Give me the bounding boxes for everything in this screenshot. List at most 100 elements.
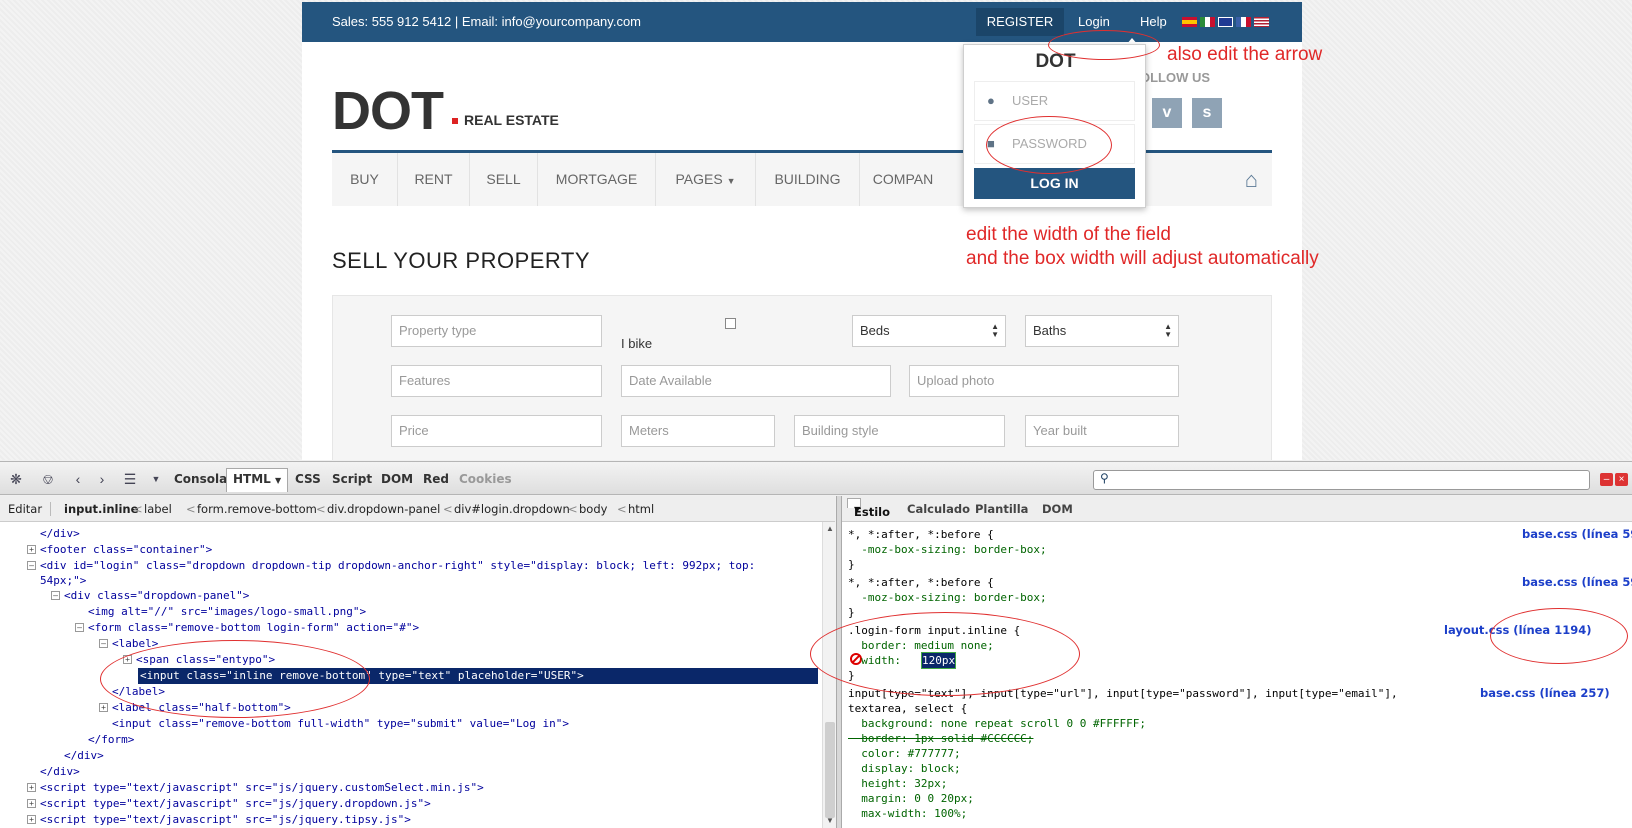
home-icon[interactable]: ⌂ xyxy=(1245,167,1258,193)
nav-buy[interactable]: BUY xyxy=(332,153,398,206)
crumb-input-inline[interactable]: input.inline xyxy=(64,502,138,516)
flag-uk-icon[interactable] xyxy=(1218,17,1233,27)
minimize-icon[interactable]: – xyxy=(1600,473,1613,486)
login-link[interactable]: Login xyxy=(1078,14,1110,29)
tab-red[interactable]: Red xyxy=(423,472,449,486)
tree-line[interactable]: </div> xyxy=(40,526,80,542)
edit-button[interactable]: Editar xyxy=(8,502,52,516)
beds-label: Beds xyxy=(860,323,890,338)
crumb-form[interactable]: form.remove-bottom xyxy=(197,502,317,516)
scroll-down-icon[interactable]: ▼ xyxy=(823,814,837,828)
flag-fr-icon[interactable] xyxy=(1236,17,1251,27)
tree-line[interactable]: <div id="login" class="dropdown dropdown… xyxy=(40,558,755,574)
nav-mortgage[interactable]: MORTGAGE xyxy=(538,153,656,206)
rule-property[interactable]: -moz-box-sizing: border-box; xyxy=(848,542,1046,557)
bike-checkbox[interactable] xyxy=(725,318,736,329)
nav-pages[interactable]: PAGES ▼ xyxy=(656,153,756,206)
tab-calculado[interactable]: Calculado xyxy=(907,502,970,516)
tab-cookies[interactable]: Cookies xyxy=(459,472,512,486)
devtools-search-input[interactable]: ⚲ xyxy=(1093,470,1590,490)
dropdown-menu-icon[interactable]: ▼ xyxy=(146,469,166,489)
tree-line[interactable]: <script type="text/javascript" src="js/j… xyxy=(40,780,484,796)
tree-line[interactable]: <img alt="//" src="images/logo-small.png… xyxy=(88,604,366,620)
list-icon[interactable]: ☰ xyxy=(120,469,140,489)
collapse-icon[interactable]: – xyxy=(51,591,60,600)
crumb-body[interactable]: body xyxy=(579,502,607,516)
close-icon[interactable]: × xyxy=(1615,473,1628,486)
price-field[interactable]: Price xyxy=(391,415,602,447)
flag-it-icon[interactable] xyxy=(1200,17,1215,27)
expand-icon[interactable]: + xyxy=(27,815,36,824)
date-available-field[interactable]: Date Available xyxy=(621,365,891,397)
vimeo-icon[interactable]: v xyxy=(1152,98,1182,128)
crumb-separator: < xyxy=(186,502,196,516)
rule-property[interactable]: max-width: 100%; xyxy=(848,806,967,821)
beds-select[interactable]: Beds ▲ ▼ xyxy=(852,315,1006,347)
expand-icon[interactable]: + xyxy=(99,703,108,712)
tab-html[interactable]: HTML ▼ xyxy=(226,468,289,492)
nav-sell[interactable]: SELL xyxy=(470,153,538,206)
expand-icon[interactable]: + xyxy=(27,799,36,808)
crumb-html[interactable]: html xyxy=(628,502,654,516)
rule-property[interactable]: -moz-box-sizing: border-box; xyxy=(848,590,1046,605)
source-link[interactable]: base.css (línea 59) xyxy=(1522,527,1632,541)
collapse-icon[interactable]: – xyxy=(27,561,36,570)
forward-icon[interactable]: › xyxy=(92,469,112,489)
building-style-field[interactable]: Building style xyxy=(794,415,1005,447)
tab-side-dom[interactable]: DOM xyxy=(1042,502,1073,516)
firebug-icon[interactable]: ❋ xyxy=(6,469,26,489)
source-link[interactable]: base.css (línea 257) xyxy=(1480,686,1610,700)
baths-select[interactable]: Baths ▲ ▼ xyxy=(1025,315,1179,347)
help-link[interactable]: Help xyxy=(1140,14,1167,29)
collapse-icon[interactable]: – xyxy=(99,639,108,648)
tree-line[interactable]: </div> xyxy=(40,764,80,780)
tree-line[interactable]: 54px;"> xyxy=(40,573,86,589)
crumb-login-div[interactable]: div#login.dropdown xyxy=(454,502,570,516)
upload-photo-field[interactable]: Upload photo xyxy=(909,365,1179,397)
rule-property[interactable]: display: block; xyxy=(848,761,960,776)
meters-field[interactable]: Meters xyxy=(621,415,775,447)
user-input[interactable]: ● USER xyxy=(974,81,1135,121)
nav-building[interactable]: BUILDING xyxy=(756,153,860,206)
tree-line[interactable]: <script type="text/javascript" src="js/j… xyxy=(40,812,411,828)
nav-company[interactable]: COMPAN xyxy=(860,153,946,206)
tab-script[interactable]: Script xyxy=(332,472,372,486)
rule-property[interactable]: color: #777777; xyxy=(848,746,960,761)
tree-line[interactable]: </form> xyxy=(88,732,134,748)
expand-icon[interactable]: + xyxy=(27,545,36,554)
flag-es-icon[interactable] xyxy=(1182,17,1197,27)
features-field[interactable]: Features xyxy=(391,365,602,397)
back-icon[interactable]: ‹ xyxy=(68,469,88,489)
site-logo[interactable]: DOT xyxy=(332,80,444,142)
tree-line[interactable]: <script type="text/javascript" src="js/j… xyxy=(40,796,431,812)
tab-consola[interactable]: Consola xyxy=(174,472,227,486)
tree-line[interactable]: <form class="remove-bottom login-form" a… xyxy=(88,620,419,636)
flag-us-icon[interactable] xyxy=(1254,17,1269,27)
tab-estilo[interactable]: Estilo ▼ xyxy=(847,498,890,519)
property-type-field[interactable]: Property type xyxy=(391,315,602,347)
tree-line[interactable]: <footer class="container"> xyxy=(40,542,212,558)
register-link[interactable]: REGISTER xyxy=(976,8,1064,36)
expand-icon[interactable]: + xyxy=(27,783,36,792)
scroll-up-icon[interactable]: ▲ xyxy=(823,522,837,536)
skype-icon[interactable]: s xyxy=(1192,98,1222,128)
tab-plantilla[interactable]: Plantilla xyxy=(975,502,1028,516)
collapse-icon[interactable]: – xyxy=(75,623,84,632)
rule-property[interactable]: background: none repeat scroll 0 0 #FFFF… xyxy=(848,716,1146,731)
tree-line[interactable]: <input class="remove-bottom full-width" … xyxy=(112,716,569,732)
overridden-property[interactable]: border: 1px solid #CCCCCC; xyxy=(848,731,1033,746)
scroll-thumb[interactable] xyxy=(825,722,835,818)
rule-selector: *, *:after, *:before { xyxy=(848,528,994,541)
nav-rent[interactable]: RENT xyxy=(398,153,470,206)
tab-css[interactable]: CSS xyxy=(295,472,321,486)
rule-property[interactable]: height: 32px; xyxy=(848,776,947,791)
crumb-dropdown-panel[interactable]: div.dropdown-panel xyxy=(327,502,440,516)
tab-dom[interactable]: DOM xyxy=(381,472,413,486)
crumb-label[interactable]: label xyxy=(144,502,172,516)
inspect-icon[interactable]: ⎊ xyxy=(38,469,58,489)
rule-property[interactable]: margin: 0 0 20px; xyxy=(848,791,974,806)
source-link[interactable]: base.css (línea 59) xyxy=(1522,575,1632,589)
year-built-field[interactable]: Year built xyxy=(1025,415,1179,447)
tree-line[interactable]: <div class="dropdown-panel"> xyxy=(64,588,249,604)
tree-line[interactable]: </div> xyxy=(64,748,104,764)
